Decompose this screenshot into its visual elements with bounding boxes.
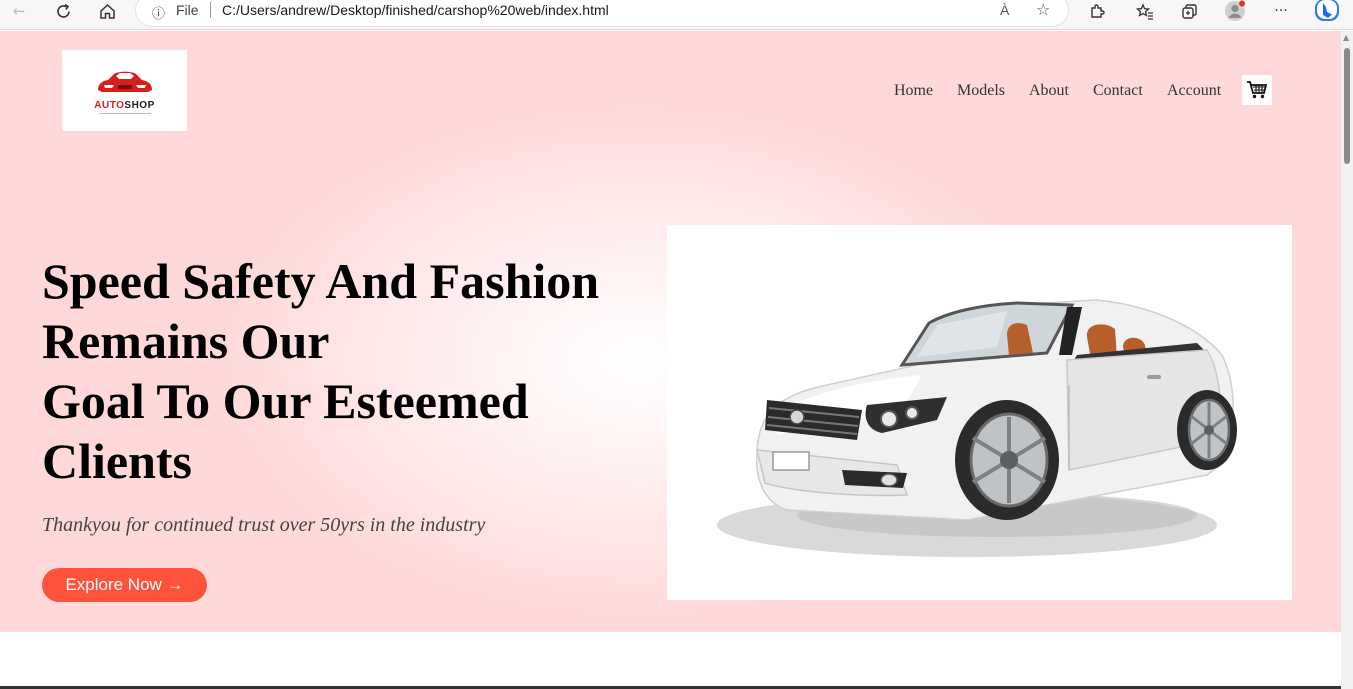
nav-contact[interactable]: Contact — [1093, 82, 1143, 100]
logo-underline — [98, 112, 151, 114]
explore-now-button[interactable]: Explore Now → — [42, 568, 207, 602]
home-icon[interactable] — [94, 0, 120, 22]
extensions-icon[interactable] — [1084, 0, 1110, 22]
cart-icon — [1247, 81, 1268, 99]
nav-models[interactable]: Models — [957, 82, 1005, 100]
info-icon[interactable]: ⓘ — [152, 3, 165, 22]
autoshop-logo[interactable]: AUTOSHOP — [62, 50, 187, 131]
hero-tagline: Thankyou for continued trust over 50yrs … — [42, 514, 486, 536]
nav-account[interactable]: Account — [1167, 82, 1221, 100]
convertible-car-illustration — [717, 299, 1237, 557]
profile-icon[interactable] — [1222, 0, 1248, 22]
hero-headline: Speed Safety And Fashion Remains Our Goa… — [42, 251, 642, 491]
headline-line-2: Remains Our — [42, 313, 330, 369]
refresh-icon[interactable] — [50, 0, 76, 22]
logo-word-auto: AUTO — [94, 99, 125, 111]
headline-line-1: Speed Safety And Fashion — [42, 253, 600, 309]
headline-line-3: Goal To Our Esteemed — [42, 373, 529, 429]
page-scrollbar[interactable]: ▲ — [1341, 31, 1353, 689]
collections-icon[interactable] — [1176, 0, 1202, 22]
logo-word-shop: SHOP — [124, 99, 155, 111]
cart-button[interactable] — [1242, 75, 1272, 105]
url-text[interactable]: C:/Users/andrew/Desktop/finished/carshop… — [222, 2, 609, 18]
scrollbar-thumb[interactable] — [1344, 48, 1350, 164]
back-icon[interactable]: ← — [6, 0, 32, 22]
hero-car-image — [667, 225, 1292, 600]
add-favorite-icon[interactable]: ☆ — [1036, 0, 1050, 19]
separator — [210, 2, 211, 18]
read-aloud-icon[interactable]: À — [1000, 2, 1009, 18]
scroll-up-arrow-icon[interactable]: ▲ — [1343, 33, 1349, 42]
address-bar[interactable]: ⓘ File C:/Users/andrew/Desktop/finished/… — [136, 0, 1068, 26]
file-label: File — [176, 2, 199, 18]
bing-icon[interactable] — [1314, 0, 1340, 22]
nav-home[interactable]: Home — [894, 82, 933, 100]
hero-section: AUTOSHOP Home Models About Contact Accou… — [0, 31, 1341, 632]
more-icon[interactable]: ··· — [1268, 0, 1294, 22]
car-logo-icon — [97, 71, 152, 92]
favorites-icon[interactable] — [1132, 0, 1158, 22]
logo-wordmark: AUTOSHOP — [94, 100, 155, 111]
nav-about[interactable]: About — [1029, 82, 1069, 100]
browser-toolbar: ← ⓘ File C:/Users/andrew/Desktop/finishe… — [0, 0, 1353, 30]
headline-line-4: Clients — [42, 433, 192, 489]
